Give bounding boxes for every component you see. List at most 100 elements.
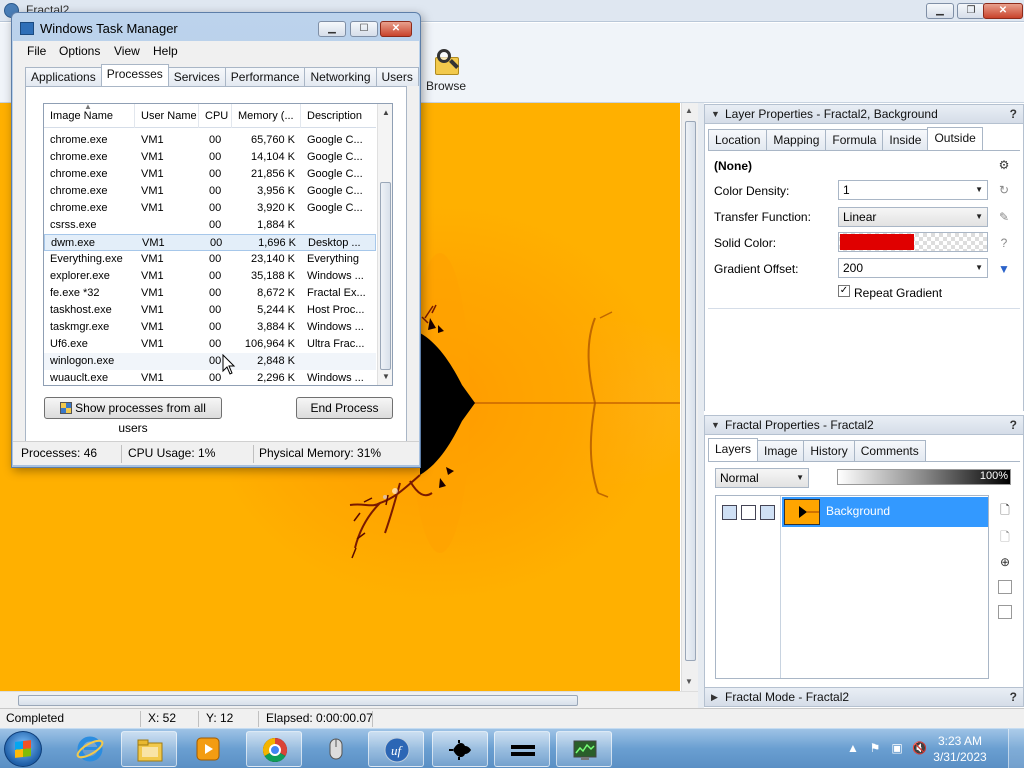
tab-history[interactable]: History: [803, 440, 855, 461]
transfer-function-select[interactable]: Linear ▼: [838, 207, 988, 227]
column-user-name[interactable]: User Name: [135, 104, 199, 128]
process-table[interactable]: Image Name ▲ User Name CPU Memory (... D…: [43, 103, 393, 386]
task-manager-window[interactable]: Windows Task Manager ▁ ☐ ✕ File Options …: [11, 12, 421, 468]
tab-image[interactable]: Image: [757, 440, 805, 461]
column-memory[interactable]: Memory (...: [232, 104, 301, 128]
merge-layer-icon[interactable]: [998, 580, 1012, 594]
table-row[interactable]: chrome.exe VM1 00 3,920 K Google C...: [44, 200, 376, 217]
menu-view[interactable]: View: [114, 44, 140, 58]
fractal-mode-header[interactable]: ▶ Fractal Mode - Fractal2 ?: [704, 687, 1024, 707]
tab-layers[interactable]: Layers: [708, 438, 759, 461]
minimize-button[interactable]: ▁: [926, 3, 954, 19]
canvas-vertical-scrollbar[interactable]: ▲ ▼: [681, 103, 698, 691]
table-row[interactable]: chrome.exe VM1 00 21,856 K Google C...: [44, 166, 376, 183]
edit-icon[interactable]: ✎: [997, 210, 1011, 224]
merge-mode-select[interactable]: Normal ▼: [715, 468, 809, 488]
volume-muted-icon[interactable]: 🔇: [912, 741, 927, 755]
start-button[interactable]: [4, 731, 42, 767]
column-cpu[interactable]: CPU: [199, 104, 232, 128]
tab-users[interactable]: Users: [375, 67, 419, 86]
layer-mask-icon[interactable]: [760, 505, 775, 520]
menu-help[interactable]: Help: [153, 44, 178, 58]
tab-services[interactable]: Services: [167, 67, 226, 86]
table-row[interactable]: taskhost.exe VM1 00 5,244 K Host Proc...: [44, 302, 376, 319]
formula-browse-icon[interactable]: ⚙: [997, 158, 1011, 172]
canvas-horizontal-scrollbar[interactable]: [0, 691, 698, 708]
tab-formula[interactable]: Formula: [825, 129, 884, 150]
table-row[interactable]: winlogon.exe 00 2,848 K: [44, 353, 376, 370]
table-row[interactable]: csrss.exe 00 1,884 K: [44, 217, 376, 234]
restore-button[interactable]: ❐: [957, 3, 985, 19]
collapse-arrow-icon[interactable]: ▼: [711, 416, 720, 434]
gradient-offset-input[interactable]: 200 ▼: [838, 258, 988, 278]
action-center-flag-icon[interactable]: ⚑: [868, 741, 882, 755]
help-icon[interactable]: ?: [1010, 416, 1017, 434]
layer-row[interactable]: Background: [782, 497, 988, 527]
maximize-button[interactable]: ☐: [350, 21, 378, 37]
taskbar-chrome[interactable]: [246, 731, 302, 767]
scroll-down-arrow-icon[interactable]: ▼: [685, 677, 693, 686]
dropdown-arrow-icon[interactable]: ▼: [975, 208, 983, 226]
column-image-name[interactable]: Image Name ▲: [44, 104, 135, 128]
taskbar-mouse[interactable]: [308, 731, 364, 767]
table-row[interactable]: wuauclt.exe VM1 00 2,296 K Windows ...: [44, 370, 376, 385]
dropdown-arrow-icon[interactable]: ▼: [796, 469, 804, 487]
minimize-button[interactable]: ▁: [318, 21, 346, 37]
help-icon[interactable]: ?: [1010, 105, 1017, 123]
taskbar-file-explorer[interactable]: [121, 731, 177, 767]
scroll-thumb[interactable]: [380, 182, 391, 370]
close-button[interactable]: ✕: [380, 21, 412, 37]
table-row[interactable]: Everything.exe VM1 00 23,140 K Everything: [44, 251, 376, 268]
table-row[interactable]: chrome.exe VM1 00 65,760 K Google C...: [44, 132, 376, 149]
tab-inside[interactable]: Inside: [882, 129, 929, 150]
scroll-down-arrow-icon[interactable]: ▼: [382, 372, 390, 381]
network-icon[interactable]: ▣: [890, 741, 904, 755]
table-row[interactable]: Uf6.exe VM1 00 106,964 K Ultra Frac...: [44, 336, 376, 353]
taskbar-equals[interactable]: [494, 731, 550, 767]
add-layer-icon[interactable]: 🗋: [998, 503, 1012, 517]
show-desktop-button[interactable]: [1008, 729, 1024, 768]
table-row[interactable]: dwm.exe VM1 00 1,696 K Desktop ...: [44, 234, 376, 251]
tab-comments[interactable]: Comments: [853, 440, 926, 461]
taskbar-ultra-fractal[interactable]: uf: [368, 731, 424, 767]
tab-performance[interactable]: Performance: [224, 67, 306, 86]
end-process-button[interactable]: End Process: [296, 397, 393, 419]
close-button[interactable]: ✕: [983, 3, 1023, 19]
tab-mapping[interactable]: Mapping: [766, 129, 827, 150]
repeat-gradient-checkbox[interactable]: ✓: [838, 285, 850, 297]
scroll-thumb[interactable]: [685, 121, 696, 661]
dropdown-arrow-icon[interactable]: ▼: [975, 181, 983, 199]
browse-button[interactable]: Browse: [422, 45, 470, 99]
help-icon[interactable]: ?: [1010, 688, 1017, 706]
menu-file[interactable]: File: [27, 44, 46, 58]
tab-outside[interactable]: Outside: [927, 127, 983, 150]
solid-color-swatch[interactable]: [838, 232, 988, 252]
dropdown-arrow-icon[interactable]: ▼: [975, 259, 983, 277]
layer-zoom-icon[interactable]: [741, 505, 756, 520]
add-mask-icon[interactable]: ⊕: [998, 555, 1012, 569]
tab-applications[interactable]: Applications: [25, 67, 102, 86]
tab-processes[interactable]: Processes: [100, 64, 169, 86]
table-row[interactable]: taskmgr.exe VM1 00 3,884 K Windows ...: [44, 319, 376, 336]
table-row[interactable]: chrome.exe VM1 00 14,104 K Google C...: [44, 149, 376, 166]
layer-properties-header[interactable]: ▼ Layer Properties - Fractal2, Backgroun…: [704, 104, 1024, 124]
expand-arrow-icon[interactable]: ▶: [711, 688, 718, 706]
taskbar-internet-explorer[interactable]: [62, 731, 118, 767]
tab-networking[interactable]: Networking: [304, 67, 377, 86]
color-density-input[interactable]: 1 ▼: [838, 180, 988, 200]
process-table-scrollbar[interactable]: ▲ ▼: [377, 104, 392, 385]
scroll-thumb[interactable]: [18, 695, 578, 706]
gradient-menu-icon[interactable]: ▼: [997, 262, 1011, 276]
taskbar-fractal-extreme[interactable]: [432, 731, 488, 767]
table-row[interactable]: chrome.exe VM1 00 3,956 K Google C...: [44, 183, 376, 200]
reset-icon[interactable]: ↻: [997, 183, 1011, 197]
menu-options[interactable]: Options: [59, 44, 100, 58]
opacity-slider[interactable]: 100%: [837, 469, 1011, 485]
duplicate-layer-icon[interactable]: 🗋: [998, 530, 1012, 544]
taskbar-task-manager[interactable]: [556, 731, 612, 767]
fractal-properties-header[interactable]: ▼ Fractal Properties - Fractal2 ?: [704, 415, 1024, 435]
table-row[interactable]: fe.exe *32 VM1 00 8,672 K Fractal Ex...: [44, 285, 376, 302]
tab-location[interactable]: Location: [708, 129, 768, 150]
show-all-processes-button[interactable]: Show processes from all users: [44, 397, 222, 435]
scroll-up-arrow-icon[interactable]: ▲: [382, 108, 390, 117]
